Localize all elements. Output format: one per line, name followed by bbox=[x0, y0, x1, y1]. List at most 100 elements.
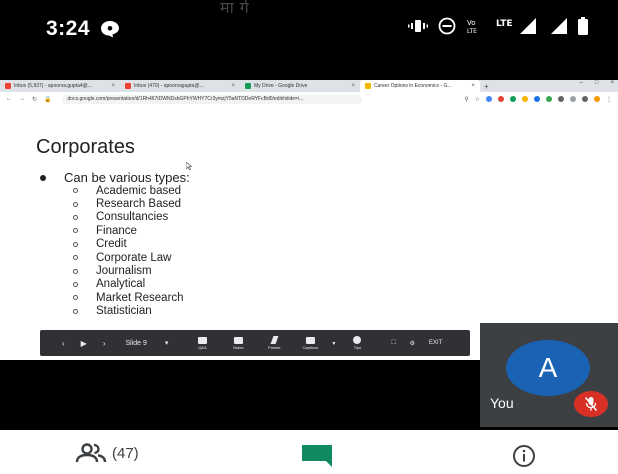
vibrate-icon bbox=[408, 20, 428, 32]
window-controls: – □ × bbox=[580, 80, 614, 86]
meeting-bottom-bar: (47) bbox=[0, 430, 618, 474]
chat-icon[interactable] bbox=[302, 445, 332, 467]
browser-tab[interactable]: Inbox (470) - apoorvagupta@... × bbox=[120, 80, 240, 92]
list-item: Consultancies bbox=[73, 211, 184, 224]
people-icon bbox=[197, 336, 207, 344]
list-item: Journalism bbox=[73, 264, 184, 277]
close-window-icon[interactable]: × bbox=[610, 80, 614, 86]
url-input[interactable]: docs.google.com/presentation/d/1Rh467tDW… bbox=[61, 94, 362, 104]
close-tab-icon[interactable]: × bbox=[111, 83, 115, 89]
message-notification-icon bbox=[101, 21, 119, 38]
sub-bullet-icon bbox=[73, 308, 78, 314]
sub-bullet-icon bbox=[73, 201, 78, 207]
list-item: Corporate Law bbox=[73, 251, 184, 264]
list-item-text: Consultancies bbox=[96, 211, 169, 224]
sub-bullet-icon bbox=[73, 214, 78, 220]
lte-signal-icon: LTE bbox=[496, 18, 536, 34]
list-item-text: Finance bbox=[96, 224, 137, 237]
back-icon[interactable]: ← bbox=[6, 96, 12, 103]
screen: 3:24 मार्ग Vo LTE LTE Inbox (5,937) - ap… bbox=[0, 0, 618, 474]
participants-button[interactable]: (47) bbox=[74, 443, 139, 463]
sub-bullet-icon bbox=[73, 241, 78, 247]
status-time: 3:24 bbox=[46, 17, 91, 40]
tips-button[interactable]: Tips bbox=[343, 336, 371, 350]
slide-selector[interactable]: Slide 9 ▾ bbox=[125, 339, 169, 348]
star-icon[interactable]: ☆ bbox=[475, 96, 480, 103]
watermark-text: मार्ग bbox=[220, 0, 255, 17]
exit-button[interactable]: EXIT bbox=[429, 340, 442, 346]
close-tab-icon[interactable]: × bbox=[231, 83, 235, 89]
reload-icon[interactable]: ↻ bbox=[32, 96, 37, 103]
tool-label: Captions bbox=[302, 344, 319, 350]
participant-count: (47) bbox=[112, 444, 139, 462]
presenter-tools: Q&A Notes Pointer Captions ▾ Tips bbox=[188, 336, 371, 350]
sub-bullet-icon bbox=[73, 255, 78, 261]
tool-label: Notes bbox=[233, 344, 244, 350]
captions-dropdown-icon[interactable]: ▾ bbox=[332, 340, 335, 347]
extension-icon[interactable] bbox=[486, 96, 492, 102]
list-item-text: Statistician bbox=[96, 305, 152, 318]
list-item: Finance bbox=[73, 224, 184, 237]
volte-icon: Vo LTE bbox=[467, 19, 477, 35]
slide-nav: ‹ ▶ › bbox=[62, 339, 106, 348]
tool-label: Tips bbox=[353, 345, 362, 350]
list-item-text: Academic based bbox=[96, 184, 182, 197]
bullet-item: Can be various types: bbox=[40, 170, 190, 185]
browser-tab[interactable]: Inbox (5,937) - apoorva.gupta4@... × bbox=[0, 80, 120, 92]
notes-button[interactable]: Notes bbox=[224, 336, 252, 350]
people-icon bbox=[75, 443, 107, 463]
self-view-tile[interactable]: A You bbox=[480, 323, 618, 427]
presenter-toolbar: ‹ ▶ › Slide 9 ▾ Q&A Notes Pointer Captio… bbox=[40, 330, 470, 356]
next-slide-icon[interactable]: › bbox=[103, 339, 106, 348]
slides-icon bbox=[365, 83, 371, 89]
menu-icon[interactable]: ⋮ bbox=[606, 96, 612, 103]
sub-bullet-icon bbox=[73, 295, 78, 301]
captions-button[interactable]: Captions bbox=[296, 336, 324, 350]
forward-icon[interactable]: → bbox=[19, 96, 25, 103]
profile-icon[interactable] bbox=[594, 96, 600, 102]
lock-icon: 🔒 bbox=[44, 96, 52, 103]
qa-button[interactable]: Q&A bbox=[188, 336, 216, 350]
tab-title: Inbox (470) - apoorvagupta@... bbox=[134, 83, 204, 89]
search-icon[interactable]: ⚲ bbox=[464, 96, 468, 103]
browser-tab-strip: Inbox (5,937) - apoorva.gupta4@... × Inb… bbox=[0, 80, 618, 92]
list-item: Credit bbox=[73, 238, 184, 251]
pointer-button[interactable]: Pointer bbox=[260, 336, 288, 350]
settings-icon[interactable]: ⚙ bbox=[410, 340, 415, 347]
new-tab-icon[interactable]: + bbox=[484, 82, 489, 91]
signal-icon bbox=[551, 18, 567, 34]
extension-icon[interactable] bbox=[522, 96, 528, 102]
fullscreen-icon[interactable]: ⛶ bbox=[391, 340, 395, 347]
minimize-icon[interactable]: – bbox=[580, 80, 583, 86]
browser-tab[interactable]: My Drive - Google Drive × bbox=[240, 80, 360, 92]
extension-icon[interactable] bbox=[534, 96, 540, 102]
maximize-icon[interactable]: □ bbox=[595, 80, 599, 86]
sub-bullet-icon bbox=[73, 188, 78, 194]
list-item-text: Research Based bbox=[96, 198, 182, 211]
list-item-text: Journalism bbox=[96, 265, 152, 278]
slide-canvas: Corporates Can be various types: Academi… bbox=[0, 106, 618, 360]
previous-slide-icon[interactable]: ‹ bbox=[62, 339, 65, 348]
close-tab-icon[interactable]: × bbox=[471, 83, 475, 89]
browser-tab-active[interactable]: Career Options in Economics - G... × bbox=[360, 80, 480, 92]
extension-icon[interactable] bbox=[582, 96, 588, 102]
list-item: Academic based bbox=[73, 184, 184, 197]
extension-icon[interactable] bbox=[570, 96, 576, 102]
do-not-disturb-icon bbox=[438, 17, 456, 35]
list-item-text: Corporate Law bbox=[96, 251, 172, 264]
extension-icon[interactable] bbox=[510, 96, 516, 102]
close-tab-icon[interactable]: × bbox=[351, 83, 355, 89]
info-icon[interactable] bbox=[512, 444, 536, 468]
extension-icon[interactable] bbox=[498, 96, 504, 102]
pointer-icon bbox=[270, 336, 279, 344]
extension-icon[interactable] bbox=[558, 96, 564, 102]
gmail-icon bbox=[125, 83, 131, 89]
list-item: Market Research bbox=[73, 291, 184, 304]
status-icons: Vo LTE LTE bbox=[408, 17, 588, 35]
slide-label: Slide 9 bbox=[125, 339, 147, 347]
svg-text:Vo: Vo bbox=[467, 19, 476, 27]
sub-bullet-list: Academic based Research Based Consultanc… bbox=[73, 184, 184, 318]
play-icon[interactable]: ▶ bbox=[81, 339, 87, 348]
svg-text:LTE: LTE bbox=[467, 28, 477, 35]
extension-icon[interactable] bbox=[546, 96, 552, 102]
